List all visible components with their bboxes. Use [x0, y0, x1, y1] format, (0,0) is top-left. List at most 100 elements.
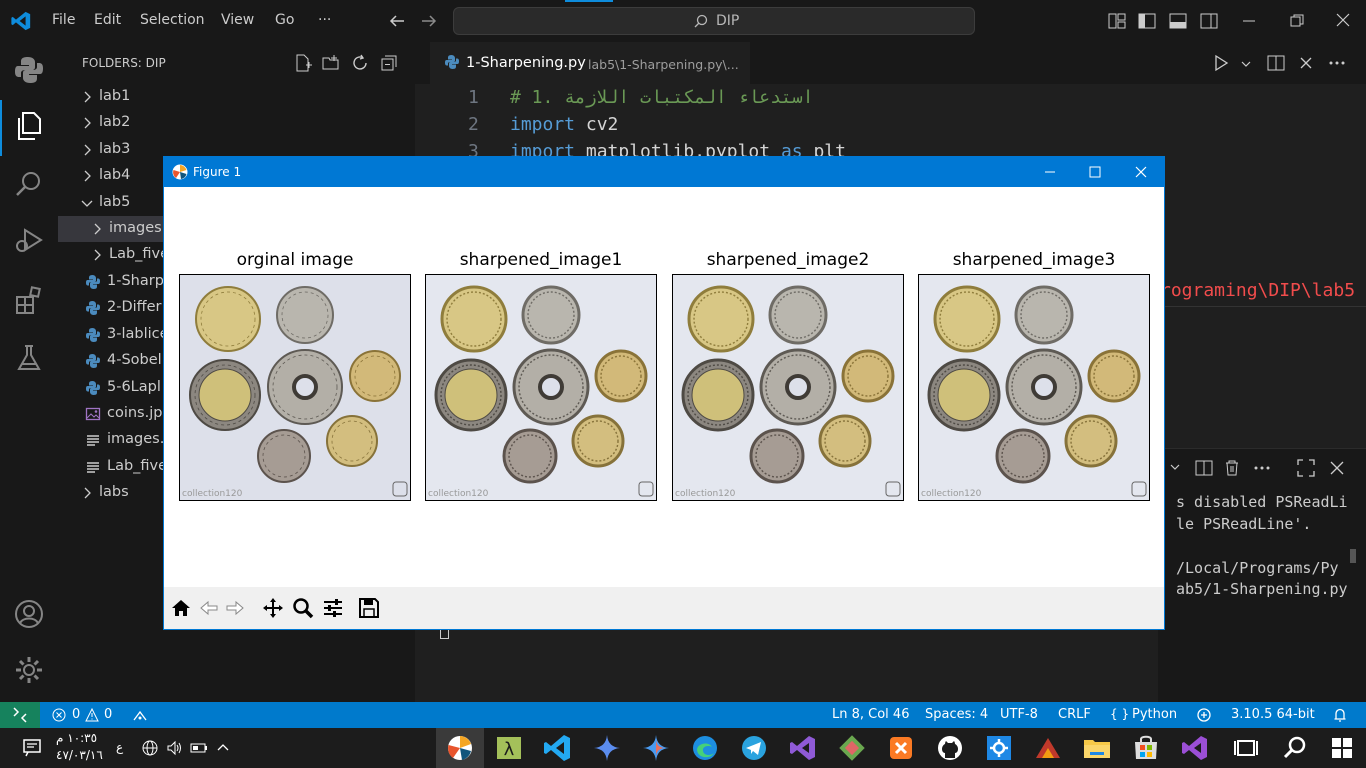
menu-go[interactable]: Go: [275, 12, 294, 28]
zoom-icon[interactable]: [292, 597, 314, 619]
pan-icon[interactable]: [262, 597, 284, 619]
show-hidden-icons-chevron[interactable]: [216, 742, 230, 752]
error-icon[interactable]: [52, 708, 66, 722]
subplot-image[interactable]: collection120: [918, 274, 1150, 501]
new-file-icon[interactable]: [294, 54, 312, 72]
error-count[interactable]: 0: [72, 707, 80, 722]
settings-app-icon[interactable]: [983, 732, 1015, 764]
clock-time[interactable]: ١٠:٣٥ م: [56, 731, 97, 745]
gemini-sparkle-icon[interactable]: [591, 732, 623, 764]
subplot-image[interactable]: collection120: [672, 274, 904, 501]
settings-gear-icon[interactable]: [13, 654, 45, 686]
code-line[interactable]: # 1. استدعاء المكتبات اللازمة: [510, 87, 813, 108]
maximize-panel-icon[interactable]: [1297, 459, 1315, 477]
telegram-icon[interactable]: [738, 732, 770, 764]
python-interpreter[interactable]: 3.10.5 64-bit: [1231, 707, 1315, 722]
vscode-task-icon[interactable]: [542, 732, 574, 764]
windows-start-icon[interactable]: [1326, 732, 1358, 764]
forward-arrow-icon[interactable]: [420, 12, 438, 30]
vscode-logo-icon[interactable]: [10, 10, 32, 32]
subplot-image[interactable]: collection120: [179, 274, 411, 501]
restore-icon[interactable]: [1290, 14, 1304, 28]
close-editor-icon[interactable]: [1299, 56, 1313, 70]
input-language[interactable]: ع: [116, 740, 123, 754]
warning-icon[interactable]: [85, 708, 99, 722]
encoding[interactable]: UTF-8: [1000, 707, 1038, 722]
more-actions-icon[interactable]: [1328, 60, 1346, 66]
warning-count[interactable]: 0: [104, 707, 112, 722]
save-icon[interactable]: [358, 597, 380, 619]
configure-subplots-icon[interactable]: [322, 597, 344, 619]
figure-close-icon[interactable]: [1135, 166, 1147, 178]
split-terminal-icon[interactable]: [1195, 459, 1213, 477]
menu-more[interactable]: ···: [318, 12, 331, 28]
explorer-icon[interactable]: [13, 110, 45, 142]
menu-selection[interactable]: Selection: [140, 12, 205, 28]
refresh-icon[interactable]: [351, 54, 369, 72]
tree-item-lab1[interactable]: lab1: [58, 84, 415, 110]
ports-broadcast-icon[interactable]: [132, 708, 148, 724]
toggle-sidebar-icon[interactable]: [1138, 12, 1156, 30]
visual-studio-2-icon[interactable]: [1179, 732, 1211, 764]
task-view-icon[interactable]: [1230, 732, 1262, 764]
back-arrow-icon[interactable]: [388, 12, 406, 30]
account-icon[interactable]: [13, 598, 45, 630]
line-endings[interactable]: CRLF: [1058, 707, 1091, 722]
tree-item-lab2[interactable]: lab2: [58, 110, 415, 136]
matplotlib-task-icon[interactable]: [444, 732, 476, 764]
terminal-more-icon[interactable]: [1253, 465, 1271, 471]
lambda-app-icon[interactable]: λ: [493, 732, 525, 764]
subplot-image[interactable]: collection120: [425, 274, 657, 501]
python-env-icon[interactable]: [1196, 707, 1212, 723]
language-mode[interactable]: Python: [1132, 707, 1177, 722]
clock-date[interactable]: ٤٧/٠٣/١٦: [56, 748, 103, 762]
run-python-file-icon[interactable]: [1212, 54, 1230, 72]
forward-icon[interactable]: [224, 597, 246, 619]
collapse-all-icon[interactable]: [380, 54, 398, 72]
close-icon[interactable]: [1336, 13, 1350, 27]
python-icon[interactable]: [13, 54, 45, 86]
command-center-search[interactable]: DIP: [453, 7, 975, 35]
code-line[interactable]: import cv2: [510, 114, 618, 135]
search-icon[interactable]: [13, 168, 45, 200]
run-dropdown-chevron-icon[interactable]: [1241, 60, 1251, 68]
file-explorer-icon[interactable]: [1081, 732, 1113, 764]
figure-maximize-icon[interactable]: [1089, 166, 1101, 178]
gemini-sparkle-2-icon[interactable]: [640, 732, 672, 764]
kill-terminal-trash-icon[interactable]: [1223, 459, 1241, 477]
close-panel-icon[interactable]: [1330, 461, 1344, 475]
battery-icon[interactable]: [190, 741, 208, 755]
home-icon[interactable]: [170, 597, 192, 619]
figure-minimize-icon[interactable]: [1044, 166, 1056, 178]
notification-center-icon[interactable]: [22, 738, 42, 758]
toggle-secondary-sidebar-icon[interactable]: [1200, 12, 1218, 30]
github-icon[interactable]: [934, 732, 966, 764]
menu-view[interactable]: View: [221, 12, 254, 28]
xampp-icon[interactable]: [885, 732, 917, 764]
minimize-icon[interactable]: [1242, 14, 1256, 28]
toggle-panel-icon[interactable]: [1169, 12, 1187, 30]
visual-studio-icon[interactable]: [787, 732, 819, 764]
notifications-bell-icon[interactable]: [1332, 707, 1348, 723]
volume-icon[interactable]: [166, 740, 182, 756]
split-editor-icon[interactable]: [1267, 54, 1285, 72]
figure-title-bar[interactable]: Figure 1: [164, 157, 1164, 187]
back-icon[interactable]: [198, 597, 220, 619]
new-folder-icon[interactable]: [322, 54, 340, 72]
microsoft-store-icon[interactable]: [1130, 732, 1162, 764]
git-gui-icon[interactable]: [836, 732, 868, 764]
run-debug-icon[interactable]: [13, 224, 45, 256]
customize-layout-icon[interactable]: [1108, 12, 1126, 30]
indentation[interactable]: Spaces: 4: [925, 707, 988, 722]
editor-tab[interactable]: 1-Sharpening.py lab5\1-Sharpening.py\...: [430, 42, 750, 84]
cursor-position[interactable]: Ln 8, Col 46: [832, 707, 909, 722]
ida-app-icon[interactable]: [1032, 732, 1064, 764]
menu-edit[interactable]: Edit: [94, 12, 121, 28]
edge-browser-icon[interactable]: [689, 732, 721, 764]
terminal-scrollbar[interactable]: [1350, 549, 1356, 563]
remote-indicator[interactable]: [0, 702, 40, 728]
network-globe-icon[interactable]: [142, 740, 158, 756]
menu-file[interactable]: File: [52, 12, 75, 28]
testing-flask-icon[interactable]: [13, 342, 45, 374]
extensions-icon[interactable]: [13, 284, 45, 316]
